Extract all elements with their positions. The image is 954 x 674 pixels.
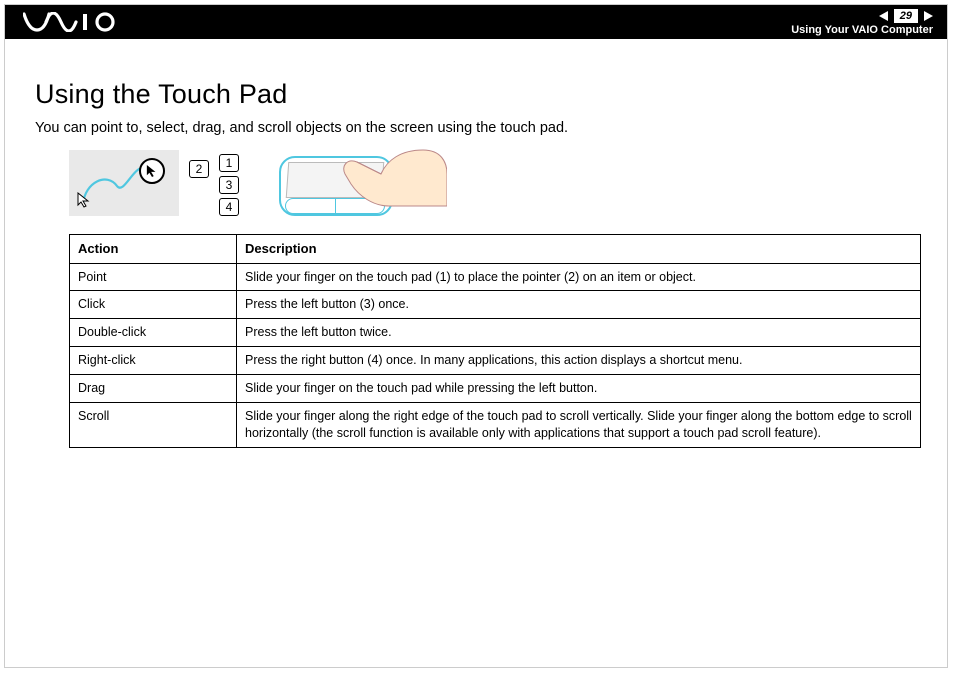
content-area: Using the Touch Pad You can point to, se… (5, 39, 947, 448)
touchpad-figure (249, 150, 429, 224)
callout-2: 2 (189, 160, 209, 178)
cell-action: Scroll (70, 402, 237, 447)
cell-action: Point (70, 263, 237, 291)
hand-icon (337, 144, 447, 210)
cell-description: Slide your finger on the touch pad (1) t… (237, 263, 921, 291)
pager: 29 (879, 9, 933, 23)
page-number: 29 (894, 9, 918, 23)
table-row: Point Slide your finger on the touch pad… (70, 263, 921, 291)
cell-description: Press the left button twice. (237, 319, 921, 347)
figure-row: 2 1 3 4 (69, 150, 921, 224)
cell-action: Double-click (70, 319, 237, 347)
header-action: Action (70, 235, 237, 264)
cell-action: Right-click (70, 347, 237, 375)
callout-3: 3 (219, 176, 239, 194)
cell-description: Press the right button (4) once. In many… (237, 347, 921, 375)
next-page-icon[interactable] (924, 11, 933, 21)
cell-description: Press the left button (3) once. (237, 291, 921, 319)
header-description: Description (237, 235, 921, 264)
callout-stack: 1 3 4 (219, 154, 239, 216)
cell-description: Slide your finger on the touch pad while… (237, 375, 921, 403)
table-row: Double-click Press the left button twice… (70, 319, 921, 347)
cursor-arrow-icon (77, 192, 91, 208)
pointer-target-icon (139, 158, 165, 184)
table-row: Click Press the left button (3) once. (70, 291, 921, 319)
vaio-logo (23, 12, 119, 32)
table-row: Drag Slide your finger on the touch pad … (70, 375, 921, 403)
cell-action: Drag (70, 375, 237, 403)
table-row: Right-click Press the right button (4) o… (70, 347, 921, 375)
callout-4: 4 (219, 198, 239, 216)
header-bar: 29 Using Your VAIO Computer (5, 5, 947, 39)
page-frame: 29 Using Your VAIO Computer Using the To… (4, 4, 948, 668)
pointer-figure (69, 150, 179, 216)
table-header-row: Action Description (70, 235, 921, 264)
cell-action: Click (70, 291, 237, 319)
prev-page-icon[interactable] (879, 11, 888, 21)
page-title: Using the Touch Pad (35, 79, 921, 110)
cell-description: Slide your finger along the right edge o… (237, 402, 921, 447)
actions-table: Action Description Point Slide your fing… (69, 234, 921, 448)
callout-1: 1 (219, 154, 239, 172)
table-row: Scroll Slide your finger along the right… (70, 402, 921, 447)
intro-text: You can point to, select, drag, and scro… (35, 120, 921, 136)
header-right: 29 Using Your VAIO Computer (791, 9, 933, 36)
section-label: Using Your VAIO Computer (791, 24, 933, 36)
